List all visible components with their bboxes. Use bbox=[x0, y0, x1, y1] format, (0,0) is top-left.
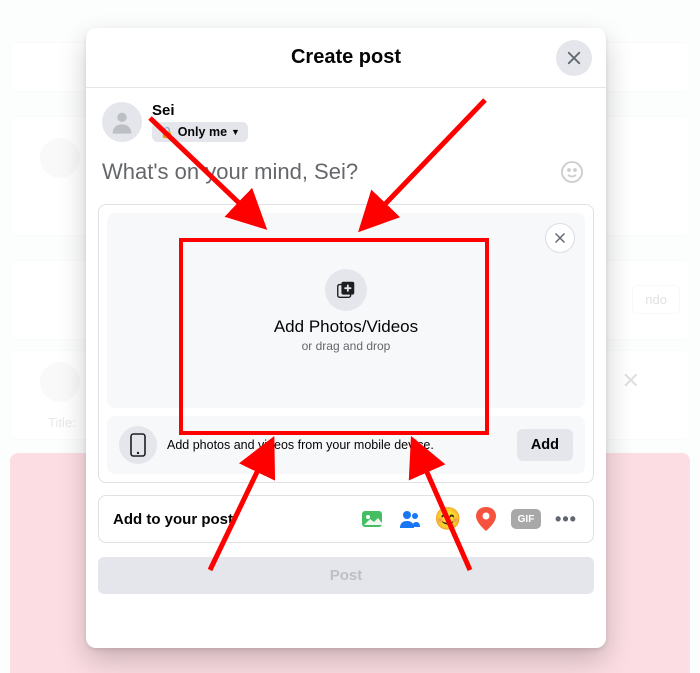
author-row: Sei 🔒 Only me ▼ bbox=[86, 88, 606, 148]
privacy-label: Only me bbox=[178, 125, 227, 139]
compose-textarea[interactable]: What's on your mind, Sei? bbox=[102, 159, 554, 185]
tag-people-icon[interactable] bbox=[397, 506, 423, 532]
close-icon bbox=[553, 231, 567, 245]
location-icon[interactable] bbox=[473, 506, 499, 532]
smile-icon bbox=[560, 160, 584, 184]
photo-video-icon[interactable] bbox=[359, 506, 385, 532]
chevron-down-icon: ▼ bbox=[231, 127, 240, 137]
add-to-post-label: Add to your post bbox=[113, 511, 233, 528]
mobile-upload-text: Add photos and videos from your mobile d… bbox=[167, 438, 507, 452]
close-button[interactable] bbox=[556, 40, 592, 76]
gif-icon[interactable]: GIF bbox=[511, 509, 541, 529]
upload-title: Add Photos/Videos bbox=[274, 317, 418, 337]
add-to-post-icons: 😊 GIF ••• bbox=[359, 506, 579, 532]
upload-close-button[interactable] bbox=[545, 223, 575, 253]
lock-icon: 🔒 bbox=[160, 126, 174, 139]
phone-icon bbox=[119, 426, 157, 464]
add-media-icon bbox=[325, 269, 367, 311]
mobile-add-button[interactable]: Add bbox=[517, 429, 573, 461]
author-meta: Sei 🔒 Only me ▼ bbox=[152, 102, 248, 142]
upload-dropzone[interactable]: Add Photos/Videos or drag and drop bbox=[107, 213, 585, 408]
person-icon bbox=[108, 108, 136, 136]
create-post-modal: Create post Sei 🔒 Only me ▼ What's on yo… bbox=[86, 28, 606, 648]
close-icon bbox=[565, 49, 583, 67]
mobile-upload-row: Add photos and videos from your mobile d… bbox=[107, 416, 585, 474]
privacy-selector[interactable]: 🔒 Only me ▼ bbox=[152, 122, 248, 142]
upload-panel: Add Photos/Videos or drag and drop Add p… bbox=[98, 204, 594, 483]
modal-header: Create post bbox=[86, 28, 606, 88]
add-to-post-row: Add to your post 😊 GIF ••• bbox=[98, 495, 594, 543]
post-button[interactable]: Post bbox=[98, 557, 594, 594]
compose-row: What's on your mind, Sei? bbox=[86, 148, 606, 204]
emoji-button[interactable] bbox=[554, 154, 590, 190]
feeling-icon[interactable]: 😊 bbox=[435, 506, 461, 532]
upload-subtitle: or drag and drop bbox=[302, 339, 391, 353]
avatar bbox=[102, 102, 142, 142]
modal-title: Create post bbox=[291, 46, 401, 69]
more-icon[interactable]: ••• bbox=[553, 506, 579, 532]
author-name: Sei bbox=[152, 102, 248, 119]
